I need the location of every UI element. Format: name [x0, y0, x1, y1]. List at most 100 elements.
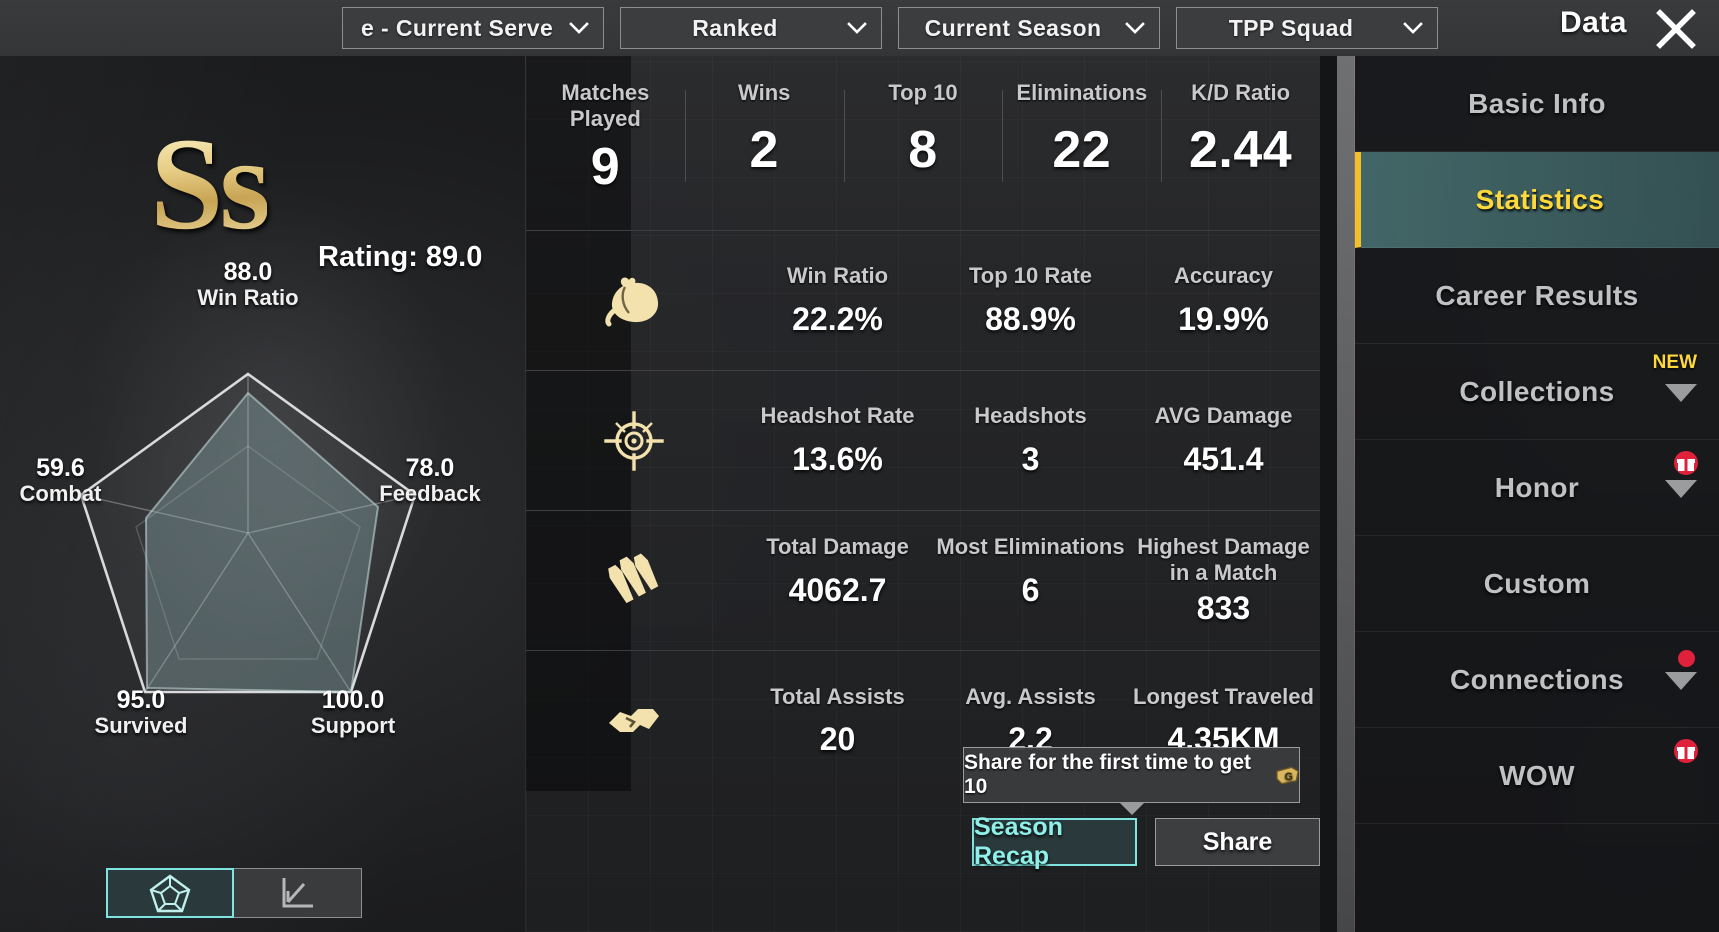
sidebar-item-label: Custom	[1483, 567, 1591, 599]
stat-value: 3	[1021, 440, 1040, 477]
sidebar-item-label: Honor	[1494, 471, 1580, 503]
stat-label: Headshots	[974, 403, 1087, 429]
g-coin-icon: G	[1276, 766, 1299, 784]
sidebar-item-label: Statistics	[1475, 183, 1605, 215]
sidebar-item-label: Career Results	[1435, 279, 1639, 311]
sidebar-item-custom[interactable]: Custom	[1355, 536, 1719, 632]
toggle-line-chart[interactable]	[234, 868, 362, 918]
crosshair-glyph	[603, 410, 664, 471]
summary-matches-played: Matches Played 9	[526, 80, 685, 197]
summary-label: Eliminations	[1016, 80, 1148, 105]
stat-cells: Headshot Rate 13.6% Headshots 3 AVG Dama…	[741, 403, 1320, 478]
summary-value: 2.44	[1188, 120, 1293, 179]
handshake-glyph	[608, 709, 659, 732]
summary-top10: Top 10 8	[843, 80, 1003, 182]
stat-top10-rate: Top 10 Rate 88.9%	[934, 263, 1127, 338]
stat-value: 19.9%	[1178, 300, 1269, 337]
chevron-down-icon	[1403, 22, 1423, 34]
bullets-icon	[526, 552, 741, 610]
summary-row: Matches Played 9 Wins 2 Top 10 8 Eliminat…	[526, 56, 1320, 231]
new-badge: NEW	[1652, 352, 1697, 373]
stat-row-win: Win Ratio 22.2% Top 10 Rate 88.9% Accura…	[526, 231, 1320, 371]
toggle-radar-chart[interactable]	[106, 868, 234, 918]
summary-label: Wins	[738, 80, 791, 105]
radar-label-support: 100.0 Support	[310, 686, 396, 738]
chicken-glyph	[604, 277, 658, 326]
stat-label: Headshot Rate	[760, 403, 915, 429]
bottom-action-buttons: Season Recap Share	[972, 813, 1320, 870]
handshake-icon	[526, 696, 741, 746]
stat-avg-damage: AVG Damage 451.4	[1127, 403, 1320, 478]
stat-most-eliminations: Most Eliminations 6	[934, 534, 1127, 626]
scrollbar[interactable]	[1337, 56, 1355, 932]
svg-text:G: G	[1285, 770, 1293, 782]
stat-value: 4062.7	[788, 572, 887, 608]
sidebar-item-connections[interactable]: Connections	[1355, 632, 1719, 728]
stat-value: 833	[1196, 589, 1251, 626]
sidebar-item-label: Connections	[1450, 663, 1624, 695]
chicken-dinner-icon	[526, 274, 741, 328]
sidebar-item-honor[interactable]: Honor	[1355, 440, 1719, 536]
bullets-glyph	[607, 553, 658, 603]
stat-label: Total Assists	[770, 683, 905, 709]
dropdown-season[interactable]: Current Season	[898, 7, 1160, 49]
share-button[interactable]: Share	[1155, 818, 1320, 866]
stat-label: AVG Damage	[1154, 403, 1293, 429]
sidebar-item-career-results[interactable]: Career Results	[1355, 248, 1719, 344]
stat-total-assists: Total Assists 20	[741, 684, 934, 759]
gift-badge-icon	[1674, 739, 1698, 763]
chevron-down-icon	[569, 22, 589, 34]
summary-value: 8	[908, 120, 938, 179]
summary-value: 2	[749, 120, 779, 179]
share-reward-tooltip: Share for the first time to get 10 G	[963, 747, 1300, 815]
stat-row-headshot: Headshot Rate 13.6% Headshots 3 AVG Dama…	[526, 371, 1320, 511]
summary-value: 9	[590, 138, 621, 197]
line-chart-icon	[282, 878, 313, 908]
chart-type-toggle	[106, 868, 362, 918]
chevron-down-icon	[847, 22, 867, 34]
dropdown-server[interactable]: e - Current Serve	[342, 7, 604, 49]
sidebar-item-label: WOW	[1499, 759, 1575, 791]
season-recap-button[interactable]: Season Recap	[972, 813, 1137, 870]
dropdown-mode[interactable]: Ranked	[620, 7, 882, 49]
stat-value: 20	[819, 721, 856, 758]
rating-text: Rating: 89.0	[318, 241, 483, 273]
chevron-down-icon	[1665, 671, 1697, 690]
radar-label-survived: 95.0 Survived	[94, 686, 188, 738]
stat-label: Most Eliminations	[936, 534, 1125, 560]
notification-dot-icon	[1678, 650, 1695, 667]
sidebar-item-label: Collections	[1459, 375, 1615, 407]
stat-row-damage: Total Damage 4062.7 Most Eliminations 6 …	[526, 511, 1320, 651]
stat-value: 13.6%	[792, 440, 883, 477]
dropdown-season-label: Current Season	[924, 14, 1102, 41]
stat-cells: Win Ratio 22.2% Top 10 Rate 88.9% Accura…	[741, 263, 1320, 338]
sidebar-item-statistics[interactable]: Statistics	[1355, 152, 1719, 248]
summary-value: 22	[1052, 120, 1112, 179]
stat-win-ratio: Win Ratio 22.2%	[741, 263, 934, 338]
top-bar: e - Current Serve Ranked Current Season …	[0, 0, 1719, 56]
stat-label: Highest Damage in a Match	[1137, 534, 1310, 585]
stat-value: 451.4	[1183, 440, 1264, 477]
pentagon-radar-icon	[149, 874, 191, 913]
dropdown-team[interactable]: TPP Squad	[1176, 7, 1438, 49]
stat-label: Longest Traveled	[1133, 683, 1314, 709]
stat-label: Top 10 Rate	[968, 263, 1093, 289]
sidebar-item-basic-info[interactable]: Basic Info	[1355, 56, 1719, 152]
sidebar-item-label: Basic Info	[1468, 87, 1606, 119]
right-sidebar: Basic Info Statistics Career Results NEW…	[1337, 56, 1719, 932]
share-tooltip-label: Share for the first time to get 10	[964, 751, 1252, 798]
page-title: Data	[1559, 6, 1627, 39]
stat-accuracy: Accuracy 19.9%	[1127, 263, 1320, 338]
gift-badge-icon	[1674, 451, 1698, 475]
summary-kd-ratio: K/D Ratio 2.44	[1161, 80, 1320, 182]
pubg-data-screen: e - Current Serve Ranked Current Season …	[0, 0, 1719, 932]
close-icon[interactable]	[1653, 6, 1699, 52]
summary-label: Top 10	[888, 80, 958, 105]
sidebar-item-wow[interactable]: WOW	[1355, 728, 1719, 824]
stat-value: 22.2%	[792, 300, 883, 337]
summary-eliminations: Eliminations 22	[1002, 80, 1161, 182]
rank-badge: Ss	[150, 110, 271, 257]
stat-value: 88.9%	[985, 300, 1076, 337]
stat-headshot-rate: Headshot Rate 13.6%	[741, 403, 934, 478]
sidebar-item-collections[interactable]: NEW Collections	[1355, 344, 1719, 440]
